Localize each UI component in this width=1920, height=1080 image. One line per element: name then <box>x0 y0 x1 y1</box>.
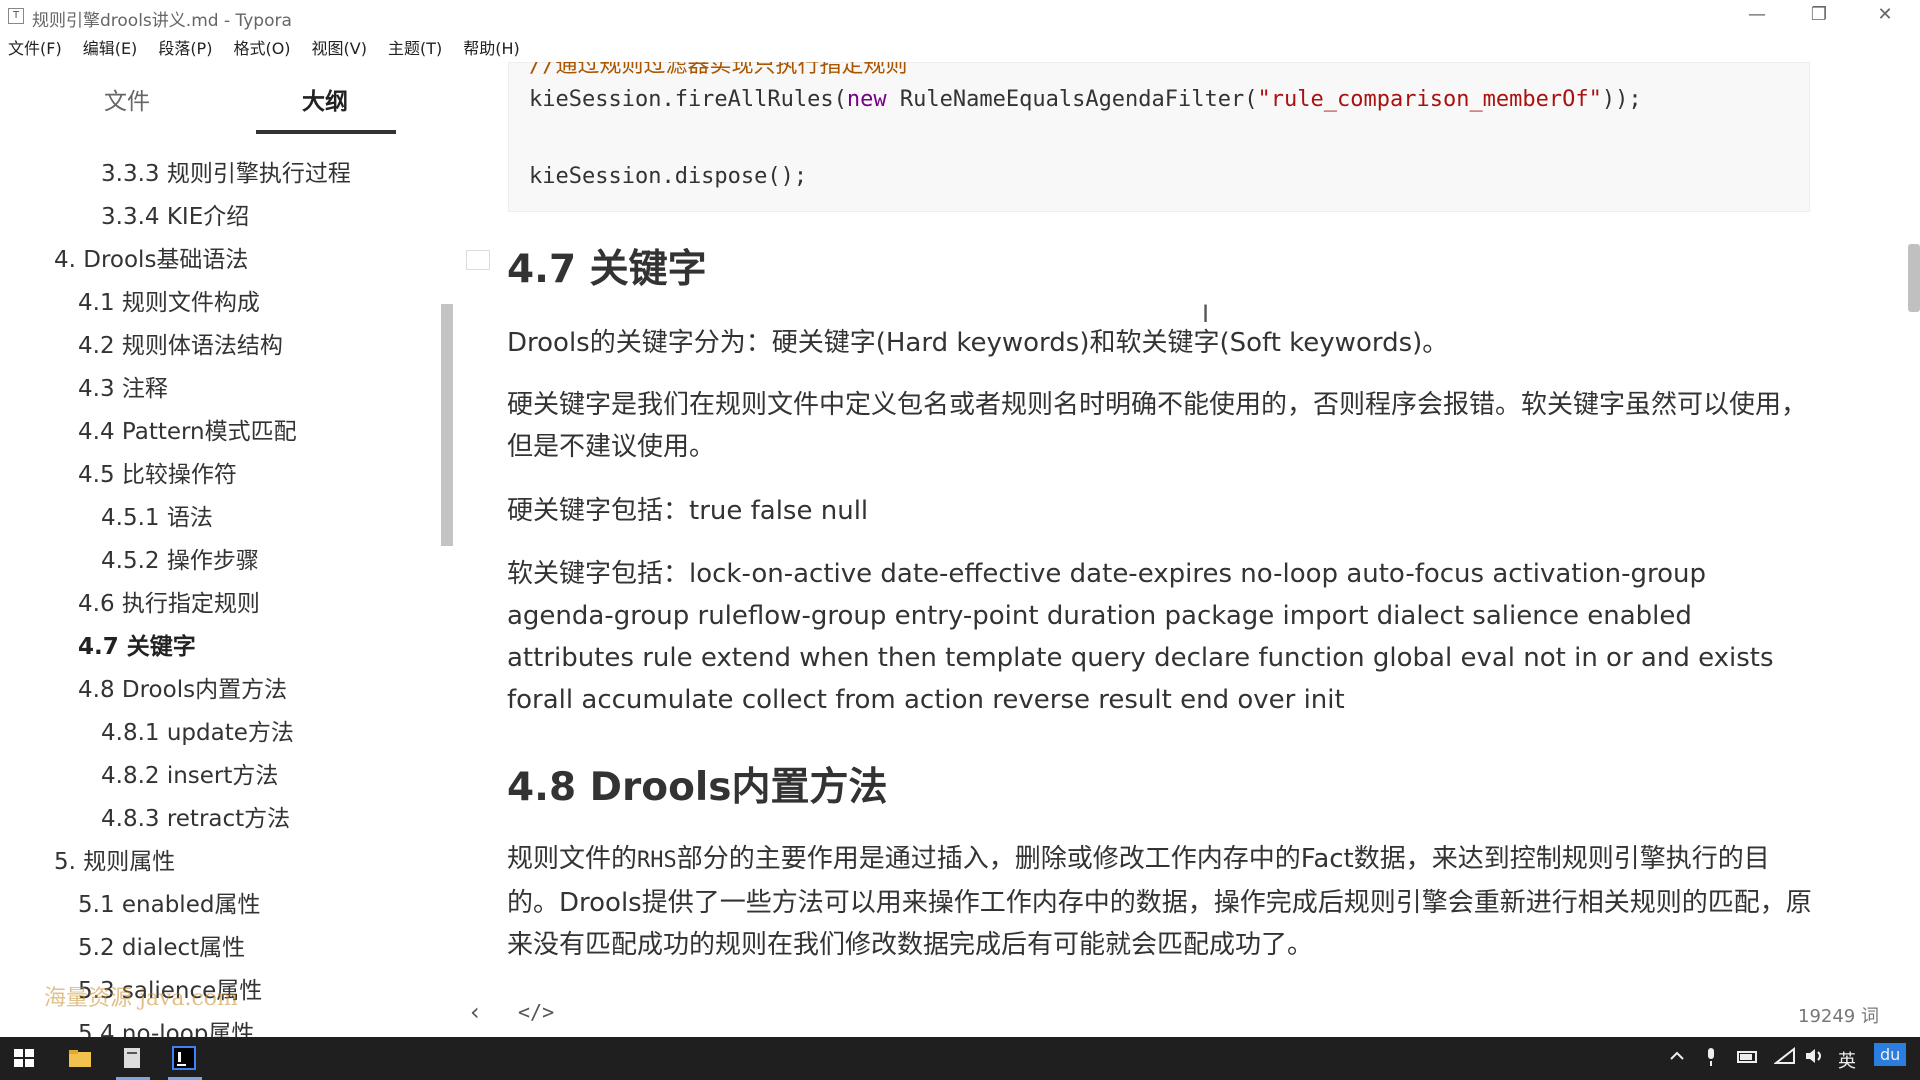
outline-item[interactable]: 4.7 关键字 <box>78 627 196 661</box>
editor-scrollbar[interactable] <box>1908 244 1920 312</box>
paragraph-soft-keywords: 软关键字包括：lock-on-active date-effective dat… <box>507 559 1774 715</box>
outline-item[interactable]: 5. 规则属性 <box>54 842 175 876</box>
outline-item[interactable]: 4.5.1 语法 <box>101 498 213 532</box>
editor[interactable]: //通过规则过滤器实现只执行指定规则 kieSession.fireAllRul… <box>456 62 1920 1037</box>
outline-item[interactable]: 3.3.3 规则引擎执行过程 <box>101 154 351 188</box>
windows-taskbar: 英 du <box>0 1037 1920 1080</box>
code-text: kieSession.fireAllRules( <box>529 87 847 112</box>
paragraph-hard-soft-desc: 硬关键字是我们在规则文件中定义包名或者规则名时明确不能使用的，否则程序会报错。软… <box>507 390 1808 462</box>
menu-file[interactable]: 文件(F) <box>8 35 62 59</box>
status-bar: ‹ </> 19249 词 <box>456 990 1920 1036</box>
outline-item[interactable]: 4.8 Drools内置方法 <box>78 670 287 704</box>
outline-item[interactable]: 4.2 规则体语法结构 <box>78 326 283 360</box>
outline-item[interactable]: 5.4 no-loop属性 <box>78 1014 254 1037</box>
source-code-toggle-icon[interactable]: </> <box>518 1000 554 1024</box>
windows-start-icon[interactable] <box>8 1043 40 1073</box>
outline-item[interactable]: 4.3 注释 <box>78 369 168 403</box>
word-count[interactable]: 19249 词 <box>1798 1002 1879 1028</box>
sidebar-tabs: 文件 大纲 <box>0 62 455 136</box>
block-toggle-icon[interactable] <box>466 250 490 270</box>
minimize-button[interactable]: — <box>1726 0 1788 30</box>
file-explorer-icon[interactable] <box>64 1043 96 1073</box>
outline-item[interactable]: 4.5.2 操作步骤 <box>101 541 259 575</box>
menu-paragraph[interactable]: 段落(P) <box>158 35 212 59</box>
title-bar: T 规则引擎drools讲义.md - Typora — ❐ ✕ <box>0 0 1920 32</box>
menu-help[interactable]: 帮助(H) <box>463 35 520 59</box>
outline-item[interactable]: 4.8.2 insert方法 <box>101 756 278 790</box>
tab-files[interactable]: 文件 <box>104 82 150 116</box>
outline-item[interactable]: 5.2 dialect属性 <box>78 928 245 962</box>
code-keyword: new <box>846 87 887 112</box>
menu-edit[interactable]: 编辑(E) <box>83 35 138 59</box>
code-text: RuleNameEqualsAgendaFilter( <box>886 87 1258 112</box>
code-block[interactable]: //通过规则过滤器实现只执行指定规则 kieSession.fireAllRul… <box>508 62 1810 212</box>
typora-app-icon: T <box>8 8 24 24</box>
sidebar: 文件 大纲 3.3.3 规则引擎执行过程 3.3.4 KIE介绍 4. Drools… <box>0 62 455 1037</box>
code-text: )); <box>1601 87 1642 112</box>
paragraph-keywords-intro: Drools的关键字分为：硬关键字(Hard keywords)和软关键字(So… <box>507 328 1449 358</box>
baidu-input-icon[interactable]: du <box>1874 1043 1907 1066</box>
watermark: 海量资源 java.com <box>44 986 238 1011</box>
outline-item[interactable]: 4.8.3 retract方法 <box>101 799 290 833</box>
menu-theme[interactable]: 主题(T) <box>388 35 442 59</box>
outline-item[interactable]: 5.1 enabled属性 <box>78 885 260 919</box>
menu-view[interactable]: 视图(V) <box>312 35 367 59</box>
code-line-fire-all-rules: kieSession.fireAllRules(new RuleNameEqua… <box>529 87 1642 112</box>
microphone-icon[interactable] <box>1704 1047 1718 1072</box>
code-line-dispose: kieSession.dispose(); <box>529 164 808 189</box>
wifi-icon[interactable] <box>1773 1046 1796 1070</box>
outline-item[interactable]: 4.6 执行指定规则 <box>78 584 260 618</box>
window-title: 规则引擎drools讲义.md - Typora <box>32 11 292 31</box>
volume-icon[interactable] <box>1804 1047 1826 1070</box>
intellij-idea-icon[interactable] <box>168 1043 200 1073</box>
outline-item[interactable]: 4.4 Pattern模式匹配 <box>78 412 297 446</box>
inline-code-rhs: RHS <box>637 848 677 873</box>
outline-item[interactable]: 4.1 规则文件构成 <box>78 283 260 317</box>
battery-icon[interactable] <box>1736 1047 1760 1070</box>
tab-outline[interactable]: 大纲 <box>302 82 348 116</box>
outline-item[interactable]: 3.3.4 KIE介绍 <box>101 197 249 231</box>
sidebar-scrollbar[interactable] <box>441 304 453 546</box>
menu-bar: 文件(F) 编辑(E) 段落(P) 格式(O) 视图(V) 主题(T) 帮助(H… <box>0 32 1920 62</box>
heading-4-7: 4.7 关键字 <box>507 247 707 292</box>
paragraph-text: 部分的主要作用是通过插入，删除或修改工作内存中的Fact数据，来达到控制规则引擎… <box>507 844 1812 960</box>
active-tab-indicator <box>256 130 396 134</box>
paragraph-hard-keywords: 硬关键字包括：true false null <box>507 496 869 526</box>
maximize-button[interactable]: ❐ <box>1788 0 1850 30</box>
code-string: "rule_comparison_memberOf" <box>1257 87 1602 112</box>
paragraph-builtin-methods: 规则文件的RHS部分的主要作用是通过插入，删除或修改工作内存中的Fact数据，来… <box>507 838 1817 966</box>
paragraph-text: 规则文件的 <box>507 844 638 874</box>
code-comment: //通过规则过滤器实现只执行指定规则 <box>529 62 908 78</box>
typora-taskbar-icon[interactable] <box>116 1043 148 1073</box>
input-language[interactable]: 英 <box>1838 1047 1856 1073</box>
heading-4-8: 4.8 Drools内置方法 <box>507 765 888 810</box>
outline-item[interactable]: 4. Drools基础语法 <box>54 240 248 274</box>
close-button[interactable]: ✕ <box>1854 0 1916 30</box>
outline-item[interactable]: 4.8.1 update方法 <box>101 713 294 747</box>
menu-format[interactable]: 格式(O) <box>233 35 290 59</box>
outline-item[interactable]: 4.5 比较操作符 <box>78 455 237 489</box>
chevron-left-icon[interactable]: ‹ <box>470 998 480 1026</box>
chevron-up-icon[interactable] <box>1668 1047 1686 1070</box>
